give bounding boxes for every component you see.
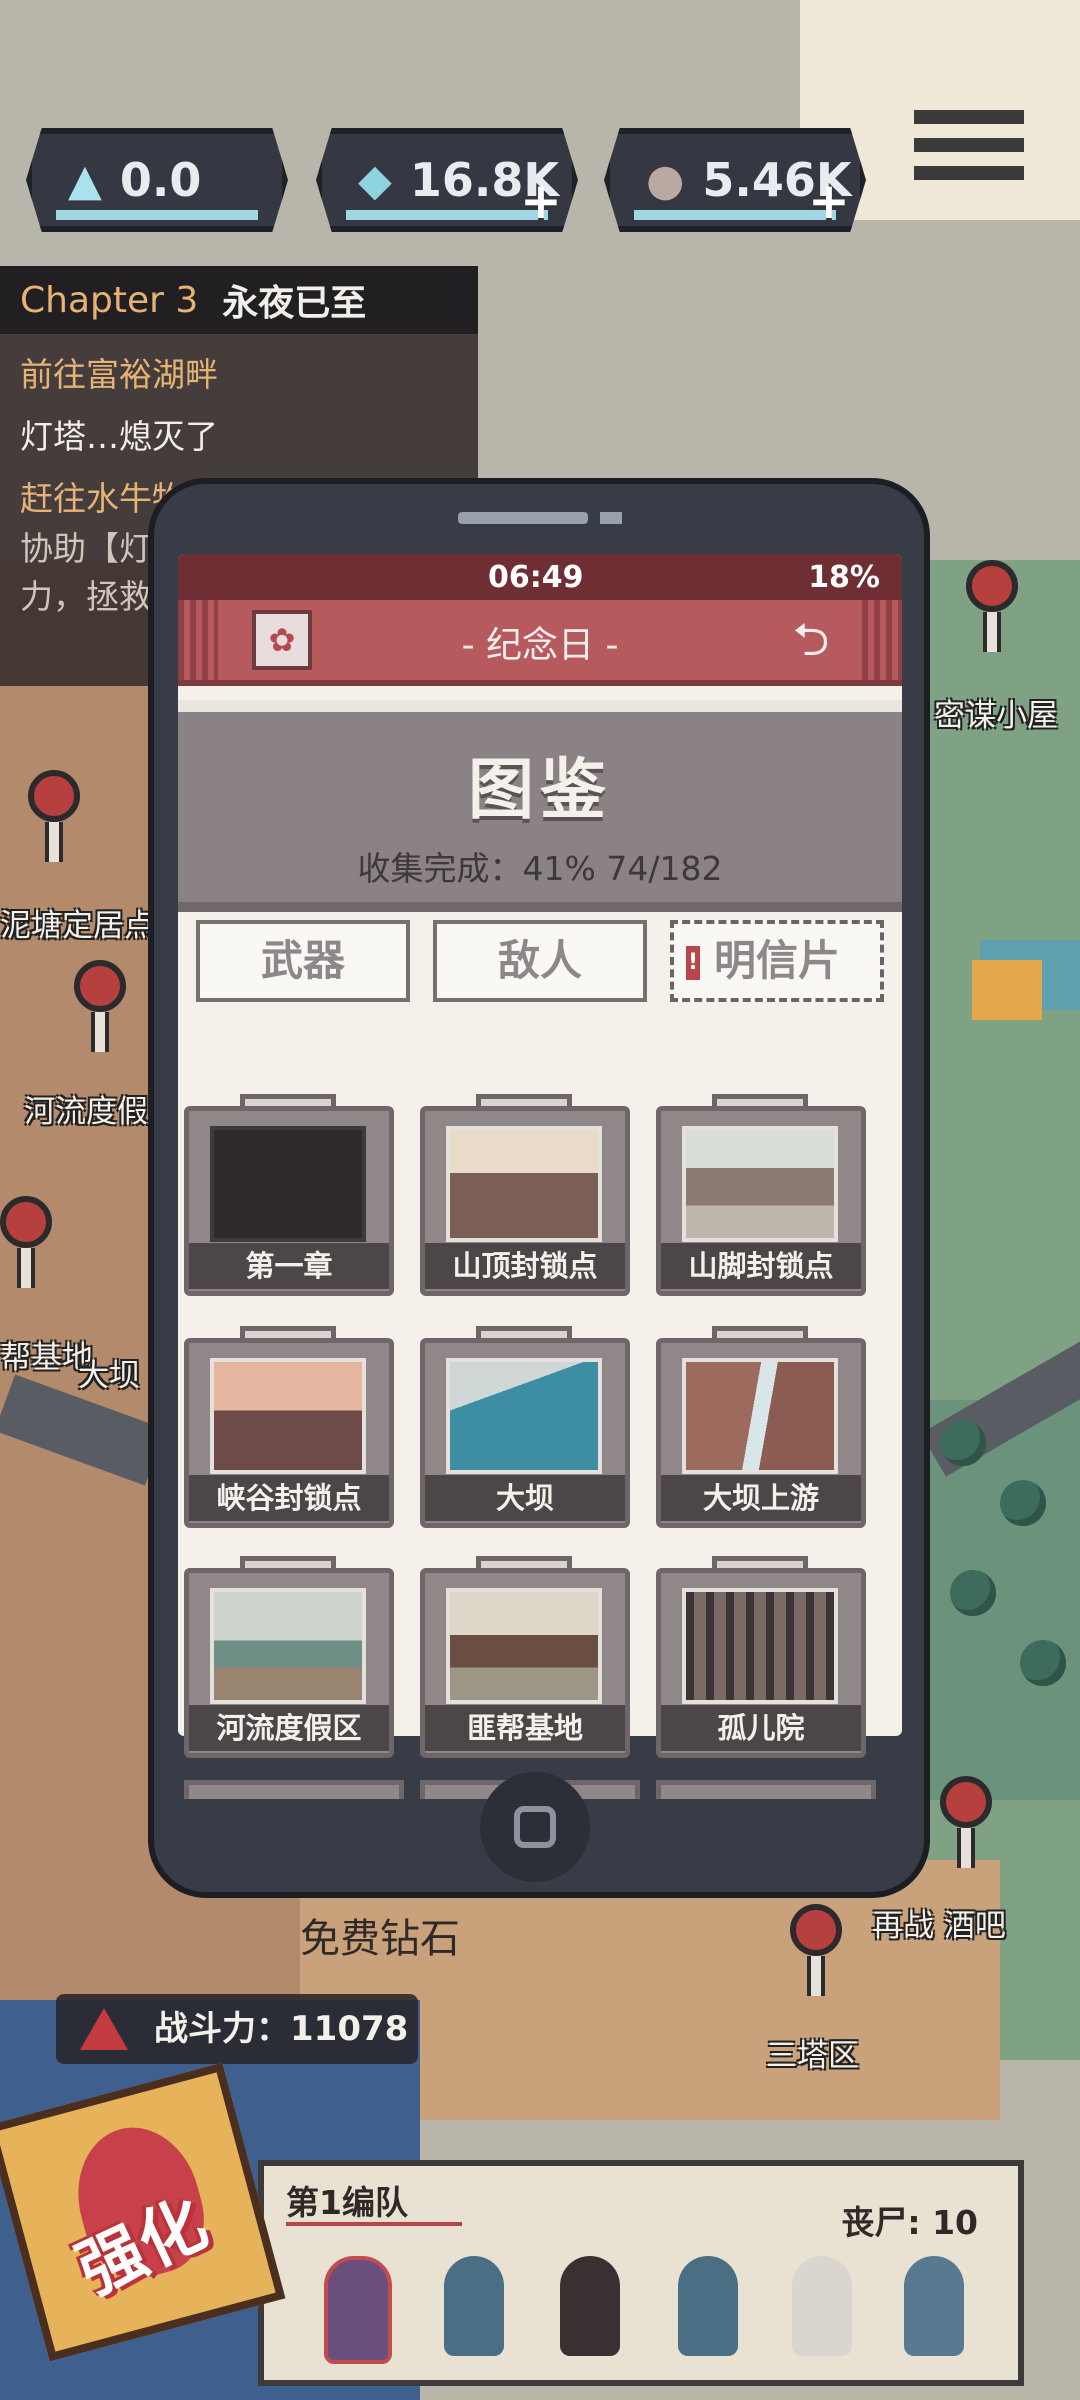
menu-icon[interactable] xyxy=(914,110,1024,200)
zombie-count: 丧尸: 10 xyxy=(841,2203,978,2242)
zombie-unit[interactable] xyxy=(792,2256,852,2356)
tree xyxy=(950,1570,996,1616)
postcard[interactable]: 匪帮基地 xyxy=(420,1556,630,1758)
postcard-partial xyxy=(656,1780,876,1799)
location-label[interactable]: 密谋小屋 xyxy=(934,690,1058,735)
map-pin[interactable] xyxy=(28,770,80,862)
phone-device: 06:49 18% ✿ - 纪念日 - ⮌ 图鉴 收集完成：41% 74/182… xyxy=(148,478,930,1898)
building xyxy=(972,960,1042,1020)
team-underline xyxy=(286,2222,462,2226)
map-pin[interactable] xyxy=(940,1776,992,1868)
home-button[interactable] xyxy=(480,1772,590,1882)
new-badge: ! xyxy=(686,946,700,980)
collection-title: 图鉴 xyxy=(468,751,612,828)
collection-progress: 收集完成：41% 74/182 xyxy=(357,849,723,888)
postcard[interactable]: 孤儿院 xyxy=(656,1556,866,1758)
postcard-label: 大坝 xyxy=(425,1475,625,1521)
ore-bar xyxy=(634,210,836,220)
add-parts-button[interactable]: + xyxy=(520,172,562,230)
postcard-image xyxy=(446,1358,602,1474)
postcard-partial xyxy=(184,1780,404,1799)
crystal-icon: ▲ xyxy=(68,154,102,206)
team-panel[interactable]: 第1编队 丧尸: 10 xyxy=(258,2160,1024,2386)
tab-postcards-label: 明信片 xyxy=(713,936,840,985)
postcard[interactable]: 峡谷封锁点 xyxy=(184,1326,394,1528)
tab-weapons[interactable]: 武器 xyxy=(196,920,410,1002)
postcard-label: 河流度假区 xyxy=(189,1705,389,1751)
map-pin[interactable] xyxy=(0,1196,52,1288)
location-label[interactable]: 大坝 xyxy=(78,1350,140,1395)
zombie-unit[interactable] xyxy=(678,2256,738,2356)
postcard-image xyxy=(210,1588,366,1704)
postcard-label: 山顶封锁点 xyxy=(425,1243,625,1289)
phone-camera xyxy=(600,512,622,524)
crystal-counter[interactable]: ▲ 0.0 xyxy=(26,128,288,232)
location-label[interactable]: 河流度假 xyxy=(24,1086,148,1131)
postcard[interactable]: 大坝上游 xyxy=(656,1326,866,1528)
quest-line: 前往富裕湖畔 xyxy=(20,355,218,394)
tree xyxy=(1020,1640,1066,1686)
chapter-title: 永夜已至 xyxy=(222,283,367,324)
postcard-image xyxy=(446,1588,602,1704)
parts-icon: ◆ xyxy=(358,154,392,206)
phone-speaker xyxy=(458,512,588,524)
free-diamond-label[interactable]: 免费钻石 xyxy=(300,1906,460,1964)
map-pin[interactable] xyxy=(74,960,126,1052)
ore-icon: ● xyxy=(646,154,685,206)
map-pin[interactable] xyxy=(790,1904,842,1996)
tree xyxy=(940,1420,986,1466)
zombie-unit[interactable] xyxy=(444,2256,504,2356)
zombie-unit[interactable] xyxy=(560,2256,620,2356)
quest-line: 灯塔…熄灭了 xyxy=(20,417,218,456)
map-pin[interactable] xyxy=(966,560,1018,652)
postcard[interactable]: 第一章 xyxy=(184,1094,394,1296)
back-icon[interactable]: ⮌ xyxy=(776,614,846,664)
tree xyxy=(1000,1480,1046,1526)
quest-header: Chapter 3 永夜已至 xyxy=(0,266,478,334)
postcard[interactable]: 山脚封锁点 xyxy=(656,1094,866,1296)
postcard-image xyxy=(682,1588,838,1704)
postcard-label: 孤儿院 xyxy=(661,1705,861,1751)
combat-power-badge: 战斗力：11078 xyxy=(56,1994,418,2064)
app-bar: ✿ - 纪念日 - ⮌ xyxy=(178,600,902,686)
tab-enemies[interactable]: 敌人 xyxy=(433,920,647,1002)
postcard-label: 峡谷封锁点 xyxy=(189,1475,389,1521)
warning-icon xyxy=(80,2008,128,2050)
tab-postcards[interactable]: ! 明信片 xyxy=(670,920,884,1002)
postcard[interactable]: 河流度假区 xyxy=(184,1556,394,1758)
location-label[interactable]: 三塔区 xyxy=(766,2030,859,2075)
postcard-label: 山脚封锁点 xyxy=(661,1243,861,1289)
tab-bar: 武器 敌人 ! 明信片 xyxy=(178,912,902,1002)
location-label[interactable]: 再战 酒吧 xyxy=(872,1900,1006,1945)
postcard-label: 匪帮基地 xyxy=(425,1705,625,1751)
chapter-number: Chapter 3 xyxy=(20,279,199,321)
postcard-label: 大坝上游 xyxy=(661,1475,861,1521)
zombie-unit[interactable] xyxy=(904,2256,964,2356)
combat-power-value: 战斗力：11078 xyxy=(154,2009,409,2049)
team-name: 第1编队 xyxy=(286,2183,408,2222)
location-label[interactable]: 泥塘定居点 xyxy=(0,900,155,945)
postcard[interactable]: 山顶封锁点 xyxy=(420,1094,630,1296)
postcard-image xyxy=(210,1358,366,1474)
parts-bar xyxy=(346,210,548,220)
crystal-value: 0.0 xyxy=(119,153,202,207)
postcard-label: 第一章 xyxy=(189,1243,389,1289)
add-ore-button[interactable]: + xyxy=(808,172,850,230)
zombie-unit[interactable] xyxy=(324,2256,392,2364)
status-bar: 06:49 18% xyxy=(178,554,902,600)
status-time: 06:49 xyxy=(488,560,584,595)
postcard-image xyxy=(682,1358,838,1474)
crystal-bar xyxy=(56,210,258,220)
postcard[interactable]: 大坝 xyxy=(420,1326,630,1528)
postcard-image xyxy=(446,1126,602,1242)
status-battery: 18% xyxy=(808,560,880,595)
postcard-image xyxy=(682,1126,838,1242)
collection-header: 图鉴 收集完成：41% 74/182 xyxy=(178,700,902,912)
postcard-image xyxy=(210,1126,366,1242)
